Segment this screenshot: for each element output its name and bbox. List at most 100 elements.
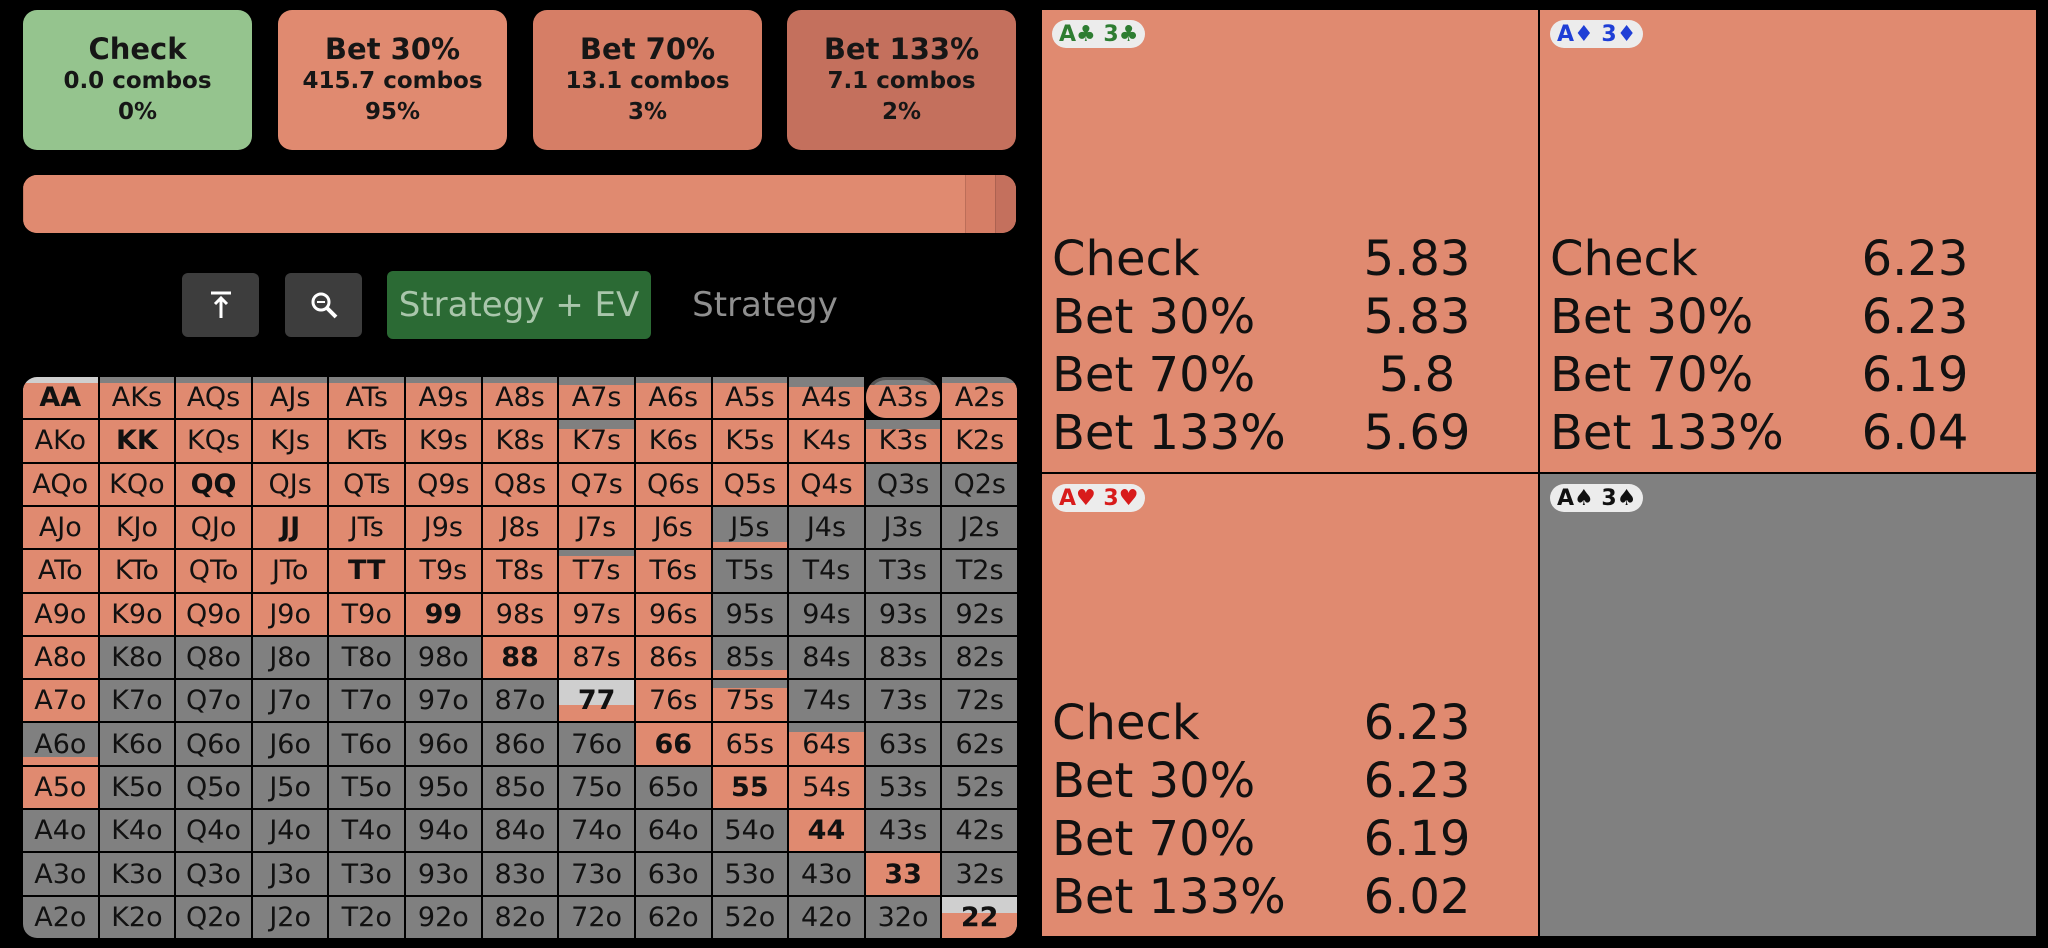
hand-cell-q6s[interactable]: Q6s: [635, 463, 711, 505]
hand-cell-j2o[interactable]: J2o: [252, 896, 328, 938]
hand-cell-k9o[interactable]: K9o: [99, 593, 175, 635]
hand-cell-k2s[interactable]: K2s: [942, 420, 1017, 462]
hand-cell-q7s[interactable]: Q7s: [559, 463, 634, 505]
hand-cell-q4o[interactable]: Q4o: [176, 810, 251, 852]
hand-cell-95s[interactable]: 95s: [712, 593, 788, 635]
hand-cell-j4o[interactable]: J4o: [252, 810, 328, 852]
hand-cell-66[interactable]: 66: [635, 723, 711, 765]
hand-cell-ajs[interactable]: AJs: [252, 377, 328, 419]
hand-cell-a3s[interactable]: A3s: [865, 377, 941, 419]
hand-cell-j5s[interactable]: J5s: [712, 506, 788, 549]
hand-cell-t5s[interactable]: T5s: [712, 550, 788, 592]
hand-cell-55[interactable]: 55: [712, 766, 788, 809]
hand-cell-qjs[interactable]: QJs: [252, 463, 328, 505]
hand-cell-jto[interactable]: JTo: [252, 550, 328, 592]
hand-cell-q5s[interactable]: Q5s: [712, 463, 788, 505]
hand-cell-tt[interactable]: TT: [329, 550, 405, 592]
tab-strategy[interactable]: Strategy: [690, 271, 840, 339]
hand-cell-a7o[interactable]: A7o: [23, 680, 98, 722]
hand-cell-j4s[interactable]: J4s: [789, 506, 864, 549]
zoom-button[interactable]: [285, 273, 362, 337]
collapse-up-button[interactable]: [182, 273, 259, 337]
hand-cell-32s[interactable]: 32s: [942, 853, 1017, 895]
hand-cell-96s[interactable]: 96s: [635, 593, 711, 635]
hand-cell-82s[interactable]: 82s: [942, 636, 1017, 679]
hand-cell-73o[interactable]: 73o: [559, 853, 634, 895]
hand-cell-42o[interactable]: 42o: [789, 896, 864, 938]
hand-cell-qjo[interactable]: QJo: [176, 506, 251, 549]
hand-range-grid[interactable]: AA AKs AQs AJs ATs A9s A8s A7s A6s A5s A4s A3s A2s AK…: [23, 377, 1017, 938]
hand-cell-q9s[interactable]: Q9s: [406, 463, 481, 505]
hand-cell-t8o[interactable]: T8o: [329, 636, 405, 679]
hand-cell-95o[interactable]: 95o: [406, 766, 481, 809]
hand-cell-k9s[interactable]: K9s: [406, 420, 481, 462]
hand-cell-kts[interactable]: KTs: [329, 420, 405, 462]
hand-cell-jj[interactable]: JJ: [252, 506, 328, 549]
hand-cell-92s[interactable]: 92s: [942, 593, 1017, 635]
hand-cell-86s[interactable]: 86s: [635, 636, 711, 679]
hand-cell-84s[interactable]: 84s: [789, 636, 864, 679]
hand-cell-k5s[interactable]: K5s: [712, 420, 788, 462]
hand-cell-76s[interactable]: 76s: [635, 680, 711, 722]
combo-panel-clubs[interactable]: A♣ 3♣ Check 5.83 Bet 30% 5.83 Bet 70% 5.8 B…: [1042, 10, 1538, 472]
hand-cell-t9o[interactable]: T9o: [329, 593, 405, 635]
hand-cell-j7o[interactable]: J7o: [252, 680, 328, 722]
hand-cell-97o[interactable]: 97o: [406, 680, 481, 722]
hand-cell-qts[interactable]: QTs: [329, 463, 405, 505]
hand-cell-q5o[interactable]: Q5o: [176, 766, 251, 809]
hand-cell-64s[interactable]: 64s: [789, 723, 864, 765]
hand-cell-j6o[interactable]: J6o: [252, 723, 328, 765]
hand-cell-q8s[interactable]: Q8s: [482, 463, 558, 505]
hand-cell-t5o[interactable]: T5o: [329, 766, 405, 809]
hand-cell-q3s[interactable]: Q3s: [865, 463, 941, 505]
hand-cell-98o[interactable]: 98o: [406, 636, 481, 679]
hand-cell-53o[interactable]: 53o: [712, 853, 788, 895]
combo-panel-hearts[interactable]: A♥ 3♥ Check 6.23 Bet 30% 6.23 Bet 70% 6.19 …: [1042, 474, 1538, 936]
hand-cell-t8s[interactable]: T8s: [482, 550, 558, 592]
hand-cell-q6o[interactable]: Q6o: [176, 723, 251, 765]
hand-cell-72s[interactable]: 72s: [942, 680, 1017, 722]
hand-cell-a6s[interactable]: A6s: [635, 377, 711, 419]
combo-panel-diamonds[interactable]: A♦ 3♦ Check 6.23 Bet 30% 6.23 Bet 70% 6.19 …: [1540, 10, 2036, 472]
hand-cell-aa[interactable]: AA: [23, 377, 98, 419]
hand-cell-t2s[interactable]: T2s: [942, 550, 1017, 592]
hand-cell-t7s[interactable]: T7s: [559, 550, 634, 592]
hand-cell-k7s[interactable]: K7s: [559, 420, 634, 462]
hand-cell-92o[interactable]: 92o: [406, 896, 481, 938]
action-card-check[interactable]: Check 0.0 combos 0%: [23, 10, 252, 150]
hand-cell-a2o[interactable]: A2o: [23, 896, 98, 938]
hand-cell-42s[interactable]: 42s: [942, 810, 1017, 852]
hand-cell-a3o[interactable]: A3o: [23, 853, 98, 895]
hand-cell-a2s[interactable]: A2s: [942, 377, 1017, 419]
hand-cell-jts[interactable]: JTs: [329, 506, 405, 549]
hand-cell-qto[interactable]: QTo: [176, 550, 251, 592]
hand-cell-85o[interactable]: 85o: [482, 766, 558, 809]
hand-cell-k6o[interactable]: K6o: [99, 723, 175, 765]
hand-cell-k8o[interactable]: K8o: [99, 636, 175, 679]
hand-cell-qq[interactable]: QQ: [176, 463, 251, 505]
hand-cell-96o[interactable]: 96o: [406, 723, 481, 765]
hand-cell-53s[interactable]: 53s: [865, 766, 941, 809]
hand-cell-83s[interactable]: 83s: [865, 636, 941, 679]
hand-cell-62s[interactable]: 62s: [942, 723, 1017, 765]
hand-cell-q8o[interactable]: Q8o: [176, 636, 251, 679]
hand-cell-44[interactable]: 44: [789, 810, 864, 852]
hand-cell-a9s[interactable]: A9s: [406, 377, 481, 419]
hand-cell-q4s[interactable]: Q4s: [789, 463, 864, 505]
hand-cell-j3s[interactable]: J3s: [865, 506, 941, 549]
hand-cell-q2o[interactable]: Q2o: [176, 896, 251, 938]
hand-cell-t3o[interactable]: T3o: [329, 853, 405, 895]
hand-cell-a9o[interactable]: A9o: [23, 593, 98, 635]
hand-cell-k3o[interactable]: K3o: [99, 853, 175, 895]
hand-cell-t3s[interactable]: T3s: [865, 550, 941, 592]
hand-cell-54o[interactable]: 54o: [712, 810, 788, 852]
hand-cell-75o[interactable]: 75o: [559, 766, 634, 809]
hand-cell-a4s[interactable]: A4s: [789, 377, 864, 419]
hand-cell-a5s[interactable]: A5s: [712, 377, 788, 419]
hand-cell-j2s[interactable]: J2s: [942, 506, 1017, 549]
hand-cell-kqs[interactable]: KQs: [176, 420, 251, 462]
hand-cell-43s[interactable]: 43s: [865, 810, 941, 852]
hand-cell-65o[interactable]: 65o: [635, 766, 711, 809]
hand-cell-j5o[interactable]: J5o: [252, 766, 328, 809]
hand-cell-kjs[interactable]: KJs: [252, 420, 328, 462]
